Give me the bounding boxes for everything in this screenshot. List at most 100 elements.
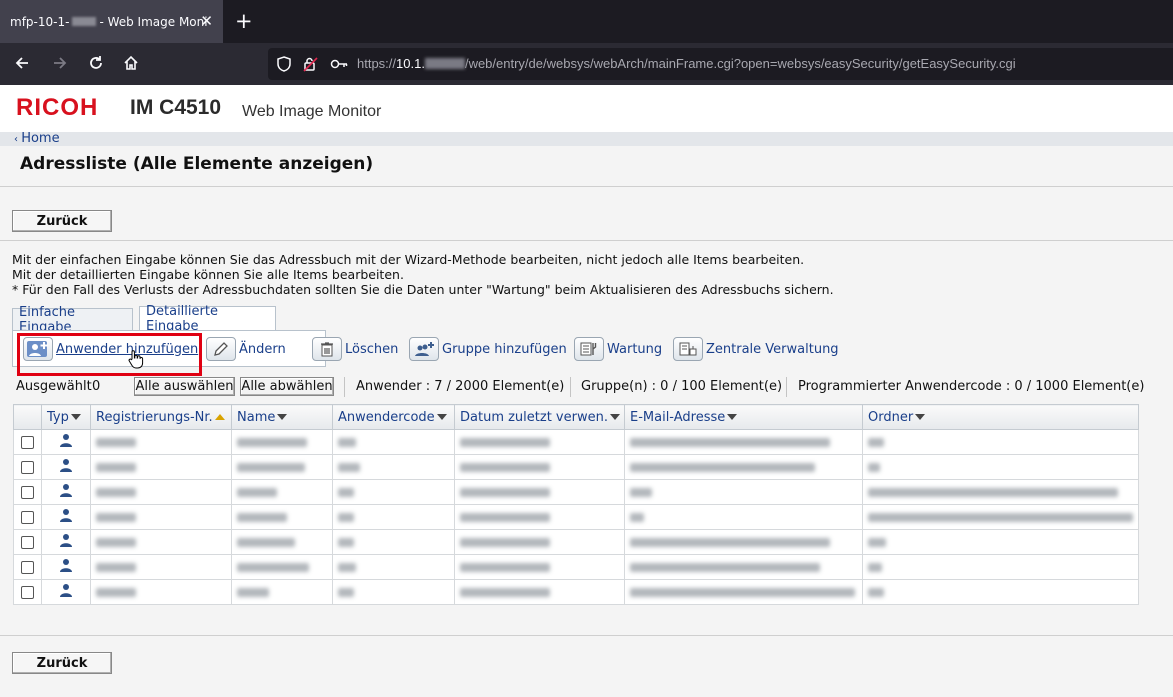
back-button-bottom[interactable]: Zurück (12, 652, 112, 674)
table-row[interactable] (13, 554, 1139, 580)
trash-icon (312, 337, 342, 361)
central-admin-icon (673, 337, 703, 361)
add-group-button[interactable]: Gruppe hinzufügen (409, 336, 567, 362)
column-header-type[interactable]: Typ (41, 404, 91, 430)
row-select-cell (13, 554, 42, 580)
maintenance-icon (574, 337, 604, 361)
insecure-lock-icon[interactable] (301, 55, 319, 73)
browser-tab[interactable]: mfp-10-1- - Web Image Moni ✕ (0, 0, 223, 43)
row-registration-no-cell (90, 429, 232, 455)
table-row[interactable] (13, 479, 1139, 505)
row-last-used-cell (454, 504, 625, 530)
table-row[interactable] (13, 529, 1139, 555)
column-header-registration-no[interactable]: Registrierungs-Nr. (90, 404, 232, 430)
group-count: Gruppe(n) : 0 / 100 Element(e) (581, 379, 783, 394)
delete-button[interactable]: Löschen (312, 336, 398, 362)
row-checkbox[interactable] (21, 585, 34, 599)
row-folder-cell (862, 479, 1139, 505)
divider (0, 240, 1173, 241)
row-last-used-cell (454, 554, 625, 580)
key-icon[interactable] (329, 55, 348, 73)
row-folder-cell (862, 429, 1139, 455)
row-folder-cell (862, 579, 1139, 605)
select-all-button[interactable]: Alle auswählen (134, 377, 235, 396)
redacted-value (96, 437, 136, 447)
forward-arrow-icon[interactable] (48, 51, 72, 75)
redacted-value (630, 437, 830, 447)
breadcrumb: ‹ Home (0, 131, 1173, 146)
row-last-used-cell (454, 454, 625, 480)
redacted-value (460, 462, 550, 472)
ricoh-logo: RICOH (16, 94, 99, 121)
column-header-name[interactable]: Name (231, 404, 333, 430)
row-name-cell (231, 554, 333, 580)
address-table: Typ Registrierungs-Nr. Name Anwendercode… (13, 404, 1139, 605)
back-button-top[interactable]: Zurück (12, 210, 112, 232)
row-checkbox[interactable] (21, 485, 34, 499)
row-user-code-cell (332, 504, 455, 530)
redacted-value (630, 487, 652, 497)
row-registration-no-cell (90, 579, 232, 605)
redacted-value (237, 587, 269, 597)
redacted-value (630, 537, 830, 547)
redacted-value (96, 562, 136, 572)
column-header-email[interactable]: E-Mail-Adresse (624, 404, 863, 430)
shield-icon[interactable] (275, 55, 293, 73)
maintenance-button[interactable]: Wartung (574, 336, 662, 362)
user-icon (60, 434, 72, 447)
divider (0, 635, 1173, 636)
highlight-box (17, 333, 202, 376)
row-user-code-cell (332, 454, 455, 480)
row-checkbox[interactable] (21, 560, 34, 574)
redacted-value (237, 537, 295, 547)
new-tab-icon[interactable]: + (235, 9, 253, 33)
page-title: Adressliste (Alle Elemente anzeigen) (20, 154, 374, 174)
table-row[interactable] (13, 454, 1139, 480)
table-row[interactable] (13, 504, 1139, 530)
row-checkbox[interactable] (21, 435, 34, 449)
row-checkbox[interactable] (21, 460, 34, 474)
url-scheme: https:// (357, 56, 397, 71)
central-admin-button[interactable]: Zentrale Verwaltung (673, 336, 839, 362)
column-header-user-code[interactable]: Anwendercode (332, 404, 455, 430)
table-row[interactable] (13, 429, 1139, 455)
row-checkbox[interactable] (21, 535, 34, 549)
url-path: /web/entry/de/websys/webArch/mainFrame.c… (464, 56, 1016, 71)
column-header-user-code-label: Anwendercode (338, 409, 435, 425)
row-folder-cell (862, 554, 1139, 580)
sort-down-icon (915, 413, 926, 420)
row-name-cell (231, 504, 333, 530)
row-select-cell (13, 479, 42, 505)
back-arrow-icon[interactable] (10, 51, 34, 75)
redacted-value (96, 537, 136, 547)
table-row[interactable] (13, 579, 1139, 605)
tab-detailed-entry[interactable]: Detaillierte Eingabe (139, 304, 276, 334)
redacted-value (96, 462, 136, 472)
home-link[interactable]: ‹ Home (14, 131, 60, 146)
column-header-folder[interactable]: Ordner (862, 404, 1139, 430)
row-registration-no-cell (90, 504, 232, 530)
selected-label: Ausgewählt (16, 379, 92, 394)
user-count: Anwender : 7 / 2000 Element(e) (356, 379, 565, 394)
user-icon (60, 484, 72, 497)
url-bar[interactable]: https://10.1. /web/entry/de/websys/webArc… (268, 48, 1173, 80)
row-email-cell (624, 529, 863, 555)
browser-tab-bar: mfp-10-1- - Web Image Moni ✕ + (0, 0, 1173, 43)
tab-simple-entry[interactable]: Einfache Eingabe (12, 305, 133, 335)
web-image-monitor-page: RICOH IM C4510 Web Image Monitor ‹ Home … (0, 85, 1173, 697)
row-email-cell (624, 429, 863, 455)
row-checkbox[interactable] (21, 510, 34, 524)
reload-icon[interactable] (84, 51, 108, 75)
description-line-2: Mit der detaillierten Eingabe können Sie… (12, 267, 404, 282)
url-host: 10.1. (396, 56, 425, 71)
deselect-all-button[interactable]: Alle abwählen (240, 377, 334, 396)
change-button[interactable]: Ändern (206, 336, 286, 362)
redacted-value (868, 537, 886, 547)
divider (570, 377, 571, 397)
column-header-last-used[interactable]: Datum zuletzt verwen. (454, 404, 625, 430)
home-icon[interactable] (119, 51, 143, 75)
url-text[interactable]: https://10.1. /web/entry/de/websys/webArc… (357, 56, 1016, 71)
close-tab-icon[interactable]: ✕ (200, 12, 213, 30)
row-email-cell (624, 579, 863, 605)
user-icon (60, 459, 72, 472)
